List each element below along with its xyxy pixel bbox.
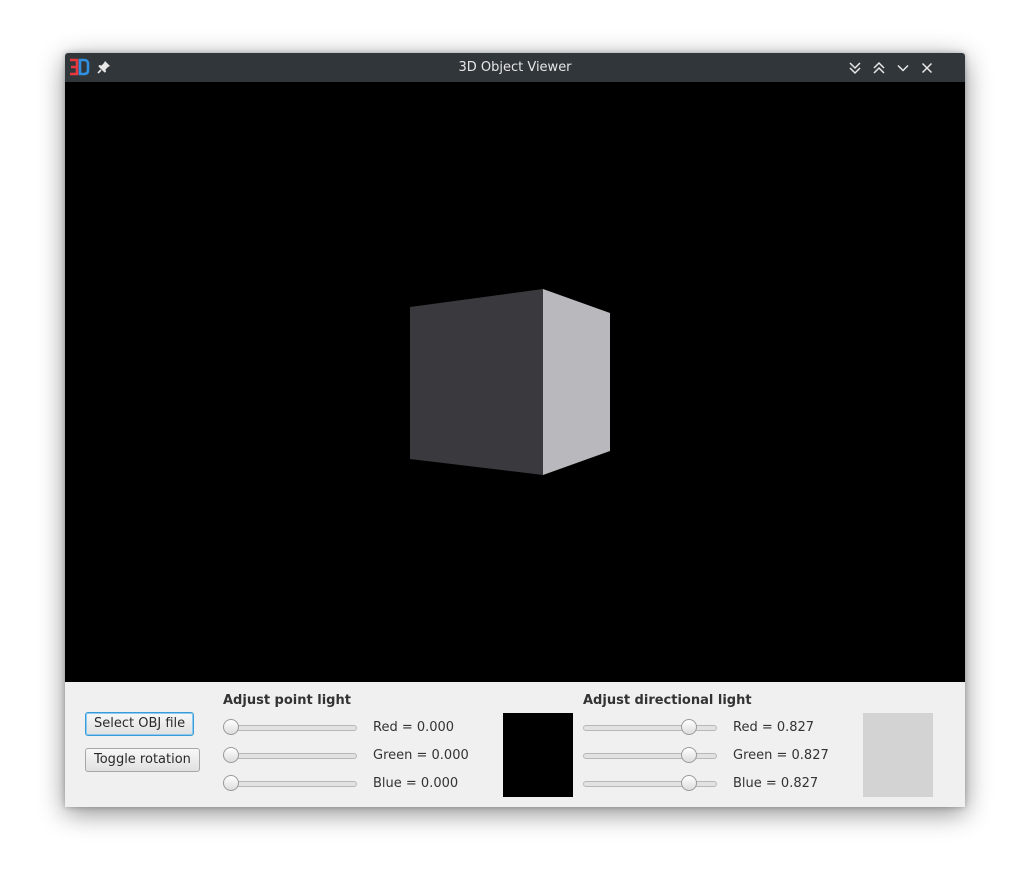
point-light-blue-label: Blue = 0.000 [373,776,459,791]
slider-track [223,725,357,731]
directional-light-green-slider[interactable] [583,746,717,764]
directional-light-blue-slider[interactable] [583,774,717,792]
minimize-icon[interactable] [893,58,913,78]
close-icon[interactable] [917,58,937,78]
directional-light-red-slider[interactable] [583,718,717,736]
app-window: 3D Object Viewer Select OBJ file Toggle … [65,53,965,807]
directional-light-heading: Adjust directional light [583,693,752,708]
slider-thumb[interactable] [680,747,697,763]
toggle-rotation-button[interactable]: Toggle rotation [85,748,200,772]
keep-below-icon[interactable] [845,58,865,78]
slider-thumb[interactable] [223,747,239,763]
slider-thumb[interactable] [680,719,697,735]
cube-side-face [543,289,610,475]
directional-light-blue-label: Blue = 0.827 [733,776,819,791]
slider-track [583,725,717,731]
slider-thumb[interactable] [680,775,697,791]
cube-render [410,289,610,475]
point-light-heading: Adjust point light [223,693,351,708]
point-light-blue-slider[interactable] [223,774,357,792]
window-title: 3D Object Viewer [458,60,572,75]
point-light-green-slider[interactable] [223,746,357,764]
title-bar[interactable]: 3D Object Viewer [65,53,965,82]
point-light-red-label: Red = 0.000 [373,720,455,735]
slider-track [583,781,717,787]
point-light-red-slider[interactable] [223,718,357,736]
keep-above-icon[interactable] [869,58,889,78]
slider-track [583,753,717,759]
point-light-green-label: Green = 0.000 [373,748,469,763]
select-obj-file-button[interactable]: Select OBJ file [85,712,195,736]
slider-thumb[interactable] [223,719,239,735]
controls-panel: Select OBJ file Toggle rotation Adjust p… [65,682,965,807]
slider-track [223,781,357,787]
cube-front-face [410,289,543,475]
directional-light-green-label: Green = 0.827 [733,748,829,763]
directional-light-color-swatch [863,713,933,797]
directional-light-red-label: Red = 0.827 [733,720,815,735]
slider-thumb[interactable] [223,775,239,791]
slider-track [223,753,357,759]
3d-viewport[interactable] [65,82,965,682]
point-light-color-swatch [503,713,573,797]
